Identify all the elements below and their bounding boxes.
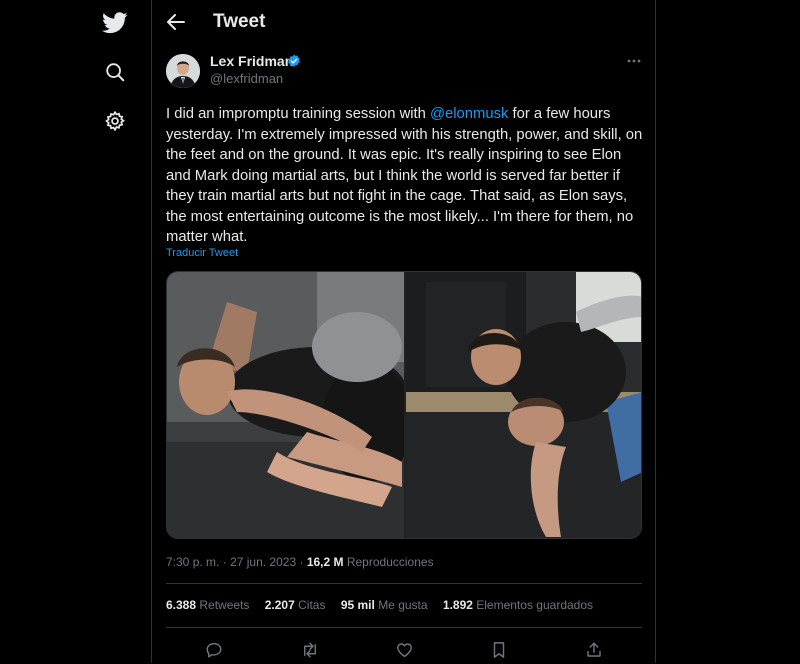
stat-label: Retweets	[199, 598, 250, 612]
author-name[interactable]: Lex Fridman	[210, 53, 293, 69]
media-grid	[166, 271, 642, 539]
verified-badge-icon	[287, 54, 301, 68]
twitter-bird-icon[interactable]	[98, 6, 132, 40]
meta-separator: ·	[299, 555, 304, 569]
sidebar	[0, 0, 152, 663]
stat-count: 95 mil	[340, 598, 375, 612]
stat-label: Elementos guardados	[476, 598, 594, 612]
divider	[166, 583, 642, 584]
retweet-icon[interactable]	[298, 638, 322, 662]
translate-link[interactable]: Traducir Tweet	[166, 247, 238, 259]
gear-icon[interactable]	[98, 104, 132, 138]
views-count: 16,2 M	[306, 555, 344, 569]
mention-link[interactable]: @elonmusk	[430, 106, 508, 122]
tweet-meta: 7:30 p. m. · 27 jun. 2023 · 16,2 M Repro…	[166, 555, 434, 569]
stat-label: Me gusta	[378, 598, 428, 612]
bookmark-icon[interactable]	[487, 638, 511, 662]
stat-count: 1.892	[442, 598, 473, 612]
tweet-text-part: for a few hours yesterday. I'm extremely…	[166, 106, 643, 245]
photo-right[interactable]	[406, 272, 641, 538]
stat-bookmarks[interactable]: 1.892 Elementos guardados	[443, 598, 593, 612]
stat-likes[interactable]: 95 mil Me gusta	[341, 598, 428, 612]
views-label: Reproducciones	[346, 555, 434, 569]
tweet-column: Tweet Lex Fridman @lexfridman I did an i…	[152, 0, 656, 663]
stat-label: Citas	[298, 598, 326, 612]
tweet-stats: 6.388 Retweets 2.207 Citas 95 mil Me gus…	[166, 598, 605, 612]
meta-separator: ·	[222, 555, 227, 569]
avatar[interactable]	[166, 54, 200, 88]
page-title: Tweet	[213, 11, 266, 32]
tweet-actions	[152, 634, 655, 664]
tweet-text: I did an impromptu training session with…	[166, 104, 646, 248]
stat-count: 2.207	[264, 598, 295, 612]
share-icon[interactable]	[582, 638, 606, 662]
tweet-time[interactable]: 7:30 p. m.	[166, 555, 219, 569]
reply-icon[interactable]	[202, 638, 226, 662]
search-icon[interactable]	[98, 55, 132, 89]
stat-retweets[interactable]: 6.388 Retweets	[166, 598, 249, 612]
stat-count: 6.388	[166, 598, 197, 612]
author-handle[interactable]: @lexfridman	[210, 71, 283, 86]
back-arrow-icon[interactable]	[162, 8, 190, 36]
like-icon[interactable]	[392, 638, 416, 662]
photo-left[interactable]	[167, 272, 412, 538]
more-options-icon[interactable]	[624, 52, 644, 70]
divider	[166, 627, 642, 628]
header: Tweet	[152, 0, 655, 44]
tweet-date[interactable]: 27 jun. 2023	[230, 555, 296, 569]
stat-quotes[interactable]: 2.207 Citas	[265, 598, 326, 612]
tweet-text-part: I did an impromptu training session with	[166, 106, 431, 122]
